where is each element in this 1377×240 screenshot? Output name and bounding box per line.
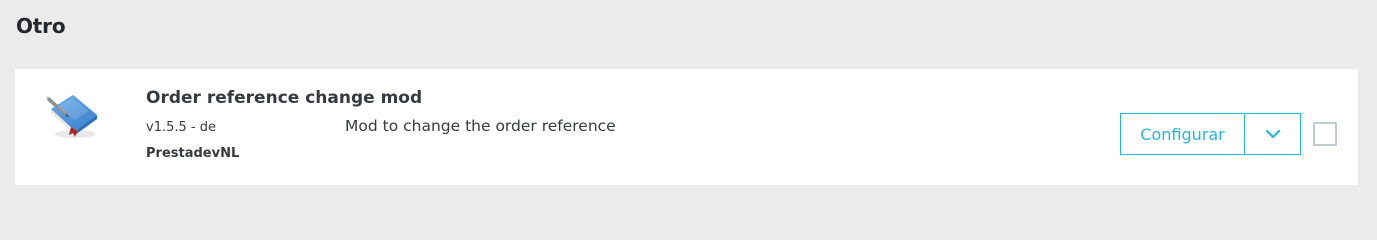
chevron-down-icon — [1265, 129, 1281, 139]
dropdown-toggle-button[interactable] — [1245, 114, 1300, 154]
configure-button[interactable]: Configurar — [1121, 114, 1245, 154]
book-with-pencil-icon — [45, 87, 101, 141]
module-description: Mod to change the order reference — [345, 117, 616, 135]
module-author: PrestadevNL — [146, 146, 240, 161]
module-version: v1.5.5 - de — [146, 120, 216, 135]
module-name: Order reference change mod — [146, 88, 423, 108]
module-action-group: Configurar — [1120, 113, 1301, 155]
module-select-checkbox[interactable] — [1313, 122, 1337, 146]
section-title: Otro — [16, 14, 66, 38]
module-row: Order reference change mod v1.5.5 - de P… — [15, 69, 1358, 185]
